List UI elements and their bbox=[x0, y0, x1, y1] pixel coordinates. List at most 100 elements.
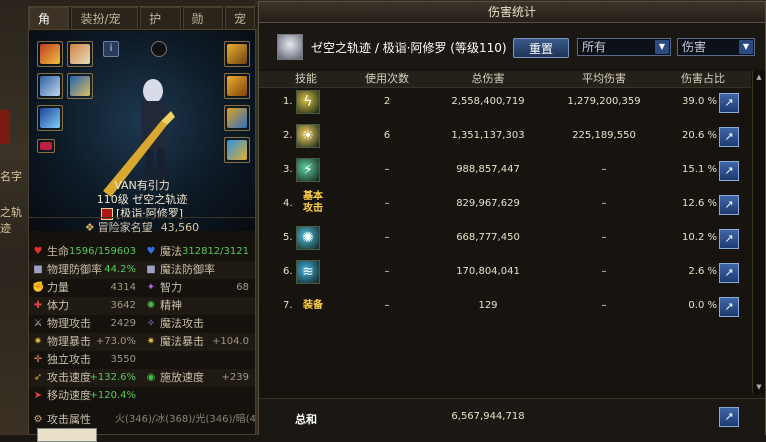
use-count: – bbox=[384, 164, 390, 175]
damage-share: 0.0 % bbox=[688, 300, 717, 311]
tab-pet[interactable]: 宠 bbox=[225, 7, 256, 29]
use-count: – bbox=[384, 300, 390, 311]
title-slot-icon[interactable] bbox=[151, 41, 167, 57]
share-icon[interactable]: ↗ bbox=[719, 127, 739, 147]
scope-dropdown[interactable]: 所有 ▼ bbox=[577, 38, 671, 56]
stat-cell: ◉ 施放速度 +239 bbox=[142, 369, 255, 387]
stat-value: +73.0% bbox=[95, 336, 136, 347]
bottom-tab[interactable] bbox=[37, 428, 97, 442]
stat-cell: ♥ 魔法 312812/3121 bbox=[142, 243, 255, 261]
attribute-label: 攻击属性 bbox=[47, 413, 91, 426]
column-share: 伤害占比 bbox=[681, 72, 725, 85]
share-icon[interactable]: ↗ bbox=[719, 93, 739, 113]
table-row: 5. ✺ –668,777,450–10.2 % ↗ bbox=[259, 224, 751, 252]
share-icon[interactable]: ↗ bbox=[719, 263, 739, 283]
table-row: 6. ≋ –170,804,041–2.6 % ↗ bbox=[259, 258, 751, 286]
row-number: 7. bbox=[283, 300, 293, 311]
character-portrait: i VAN有引力 110级 ゼ空之轨迹 [极诣·阿修罗] bbox=[29, 31, 255, 231]
tab-avatar-pet[interactable]: 装扮/宠物 bbox=[71, 7, 139, 48]
edge-text: 之轨迹 bbox=[0, 206, 22, 235]
equip-slot-weapon[interactable] bbox=[37, 41, 63, 67]
stat-label: 物理暴击 bbox=[47, 335, 91, 348]
adventurer-fame: ❖ 冒险家名望 43,560 bbox=[29, 217, 255, 238]
stat-label: 物理攻击 bbox=[47, 317, 91, 330]
character-tabs: 角色 装扮/宠物 护石 勋章 宠 bbox=[29, 7, 257, 48]
stat-row: ➶ 攻击速度 +132.6% ◉ 施放速度 +239 bbox=[29, 369, 255, 387]
stat-value: 1596/159603 bbox=[69, 246, 136, 257]
stat-label: 施放速度 bbox=[160, 371, 204, 384]
total-damage: 170,804,041 bbox=[456, 266, 520, 277]
row-number: 6. bbox=[283, 266, 293, 277]
damage-share: 15.1 % bbox=[682, 164, 717, 175]
stat-cell: ■ 物理防御率 44.2% bbox=[29, 261, 142, 279]
share-icon[interactable]: ↗ bbox=[719, 297, 739, 317]
skill-name: 装备 bbox=[303, 300, 323, 311]
equip-slot-shoulder[interactable] bbox=[67, 73, 93, 99]
use-count: 2 bbox=[383, 96, 391, 107]
equip-slot-ring[interactable] bbox=[224, 105, 250, 131]
stat-value: 2429 bbox=[110, 318, 136, 329]
column-total: 总伤害 bbox=[471, 72, 505, 85]
stat-value: 3642 bbox=[110, 300, 136, 311]
info-icon[interactable]: i bbox=[103, 41, 119, 57]
fame-icon: ❖ bbox=[84, 221, 95, 234]
table-row: 4. 基本攻击 –829,967,629–12.6 % ↗ bbox=[259, 190, 751, 218]
stat-cell: ✊ 力量 4314 bbox=[29, 279, 142, 297]
total-row: 总和 6,567,944,718 ↗ bbox=[259, 398, 765, 435]
row-number: 5. bbox=[283, 232, 293, 243]
vitality-icon: ✚ bbox=[33, 300, 43, 311]
equip-slot-bracelet[interactable] bbox=[224, 73, 250, 99]
share-icon[interactable]: ↗ bbox=[719, 195, 739, 215]
stat-label: 魔法防御率 bbox=[160, 263, 215, 276]
tab-character[interactable]: 角色 bbox=[29, 7, 70, 48]
stat-value: +132.6% bbox=[89, 372, 136, 383]
total-damage: 829,967,629 bbox=[456, 198, 520, 209]
scrollbar[interactable]: ▲ ▼ bbox=[752, 71, 765, 393]
attribute-icon: ⚙ bbox=[33, 414, 43, 425]
use-count: – bbox=[384, 232, 390, 243]
use-count: 6 bbox=[383, 130, 391, 141]
equip-slot-extra[interactable] bbox=[37, 139, 55, 153]
stats-table: ♥ 生命 1596/159603 ♥ 魔法 312812/3121 ■ 物理防御率 44.2% ■… bbox=[29, 243, 255, 405]
edge-ui-fragment bbox=[0, 110, 10, 144]
stat-value: 44.2% bbox=[104, 264, 136, 275]
equip-slot-top[interactable] bbox=[37, 73, 63, 99]
stat-value: 312812/3121 bbox=[182, 246, 249, 257]
tab-talisman[interactable]: 护石 bbox=[140, 7, 181, 48]
character-avatar bbox=[277, 34, 303, 60]
intel-icon: ✦ bbox=[146, 282, 156, 293]
stat-row: ➤ 移动速度 +120.4% bbox=[29, 387, 255, 405]
scroll-up-icon[interactable]: ▲ bbox=[754, 72, 764, 82]
stat-label: 精神 bbox=[160, 299, 182, 312]
total-label: 总和 bbox=[295, 413, 317, 426]
metric-dropdown[interactable]: 伤害 ▼ bbox=[677, 38, 755, 56]
fame-value: 43,560 bbox=[160, 221, 200, 234]
share-icon[interactable]: ↗ bbox=[719, 161, 739, 181]
total-damage: 668,777,450 bbox=[456, 232, 520, 243]
equip-slot-belt[interactable] bbox=[37, 105, 63, 131]
share-total-icon[interactable]: ↗ bbox=[719, 407, 739, 427]
strength-icon: ✊ bbox=[32, 282, 45, 293]
stat-row: ✷ 物理暴击 +73.0% ✷ 魔法暴击 +104.0 bbox=[29, 333, 255, 351]
equip-slot-earring[interactable] bbox=[224, 137, 250, 163]
stat-value: 3550 bbox=[110, 354, 136, 365]
reset-button[interactable]: 重置 bbox=[513, 38, 569, 58]
column-skill: 技能 bbox=[295, 72, 317, 85]
scroll-down-icon[interactable]: ▼ bbox=[754, 382, 764, 392]
row-number: 3. bbox=[283, 164, 293, 175]
column-average: 平均伤害 bbox=[582, 72, 626, 85]
stat-cell bbox=[142, 387, 255, 405]
total-damage: 2,558,400,719 bbox=[451, 96, 525, 107]
window-header: ゼ空之轨迹 / 极诣·阿修罗 (等级110) 重置 所有 ▼ 伤害 ▼ bbox=[259, 23, 765, 69]
shield-icon: ■ bbox=[33, 264, 43, 275]
equip-slot-title[interactable] bbox=[224, 41, 250, 67]
shield-icon: ■ bbox=[146, 264, 156, 275]
share-icon[interactable]: ↗ bbox=[719, 229, 739, 249]
character-summary: ゼ空之轨迹 / 极诣·阿修罗 (等级110) bbox=[311, 41, 507, 55]
chevron-down-icon: ▼ bbox=[655, 40, 669, 54]
fame-label: 冒险家名望 bbox=[97, 221, 153, 234]
tab-medal[interactable]: 勋章 bbox=[182, 7, 223, 48]
equip-slot-avatar[interactable] bbox=[67, 41, 93, 67]
stat-row: ✛ 独立攻击 3550 bbox=[29, 351, 255, 369]
magic-icon: ✧ bbox=[146, 318, 156, 329]
